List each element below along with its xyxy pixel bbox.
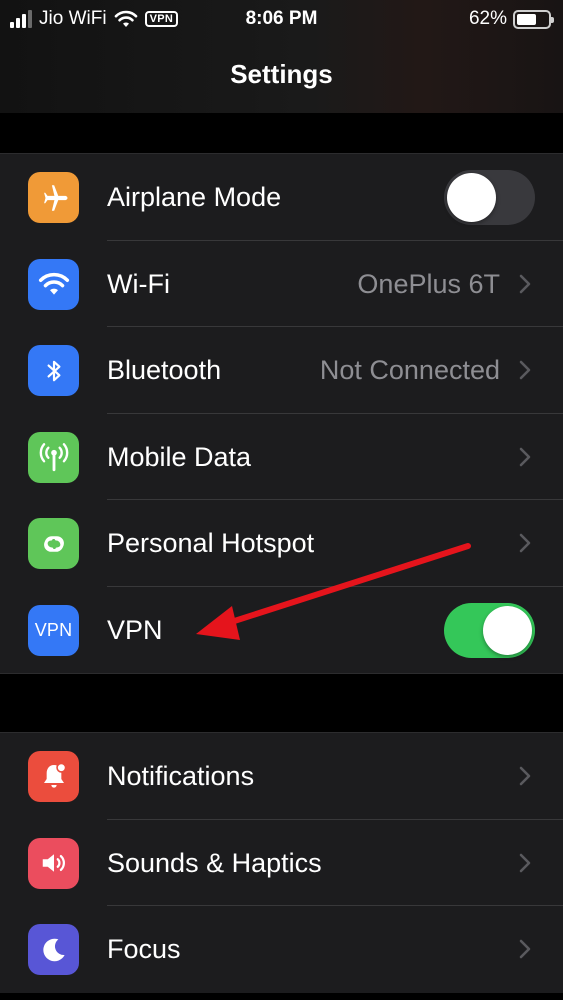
wifi-icon bbox=[28, 258, 79, 310]
settings-row-bluetooth[interactable]: Bluetooth Not Connected bbox=[0, 327, 563, 414]
status-right: 62% bbox=[468, 6, 554, 32]
vpn-icon: VPN bbox=[28, 604, 79, 656]
bluetooth-icon bbox=[28, 345, 79, 396]
battery-fill bbox=[517, 13, 536, 25]
chevron-right-icon bbox=[519, 274, 531, 293]
settings-group-connectivity: Airplane Mode Wi-Fi OnePlus 6T Bluetooth Not… bbox=[0, 153, 563, 674]
settings-row-label: Wi-Fi bbox=[107, 268, 170, 299]
settings-row-mobile-data[interactable]: Mobile Data bbox=[0, 414, 563, 500]
settings-row-label: Bluetooth bbox=[107, 355, 222, 385]
settings-group-notifications: Notifications Sounds & Haptics Focus bbox=[0, 732, 563, 993]
airplane-icon bbox=[28, 172, 79, 223]
settings-row-label: Personal Hotspot bbox=[107, 528, 315, 558]
chevron-right-icon bbox=[519, 533, 531, 553]
antenna-icon bbox=[28, 431, 79, 483]
toggle-knob bbox=[483, 605, 532, 655]
toggle-knob bbox=[447, 173, 496, 222]
settings-row-focus[interactable]: Focus bbox=[0, 906, 563, 993]
chevron-right-icon bbox=[519, 939, 531, 959]
page-title: Settings bbox=[230, 59, 333, 89]
battery-percent: 62% bbox=[468, 8, 507, 29]
settings-row-label: Airplane Mode bbox=[107, 182, 282, 212]
chevron-right-icon bbox=[519, 360, 531, 380]
bell-icon bbox=[28, 751, 79, 802]
settings-row-label: Focus bbox=[107, 934, 181, 964]
settings-row-sounds-and-haptics[interactable]: Sounds & Haptics bbox=[0, 820, 563, 906]
link-icon bbox=[28, 518, 79, 569]
settings-row-value: OnePlus 6T bbox=[357, 268, 500, 299]
chevron-right-icon bbox=[519, 766, 531, 786]
settings-row-label: VPN bbox=[107, 614, 163, 645]
vpn-toggle[interactable] bbox=[444, 602, 535, 658]
settings-row-label: Notifications bbox=[107, 761, 255, 791]
vpn-icon-text: VPN bbox=[34, 619, 73, 640]
settings-row-wi-fi[interactable]: Wi-Fi OnePlus 6T bbox=[0, 241, 563, 327]
settings-row-value: Not Connected bbox=[319, 355, 500, 385]
settings-row-personal-hotspot[interactable]: Personal Hotspot bbox=[0, 500, 563, 587]
airplane-mode-toggle[interactable] bbox=[444, 170, 535, 225]
settings-row-label: Sounds & Haptics bbox=[107, 847, 322, 878]
battery-icon bbox=[513, 9, 554, 29]
settings-row-vpn[interactable]: VPN VPN bbox=[0, 587, 563, 674]
settings-row-label: Mobile Data bbox=[107, 441, 252, 472]
chevron-right-icon bbox=[519, 447, 531, 466]
settings-screen: Jio WiFi VPN 8:06 PM 62% Settings Airpla… bbox=[0, 0, 563, 1000]
speaker-icon bbox=[28, 837, 79, 889]
settings-row-notifications[interactable]: Notifications bbox=[0, 733, 563, 820]
chevron-right-icon bbox=[519, 853, 531, 872]
moon-icon bbox=[28, 924, 79, 975]
top-bar: Jio WiFi VPN 8:06 PM 62% Settings bbox=[0, 0, 563, 113]
settings-row-airplane-mode[interactable]: Airplane Mode bbox=[0, 154, 563, 241]
